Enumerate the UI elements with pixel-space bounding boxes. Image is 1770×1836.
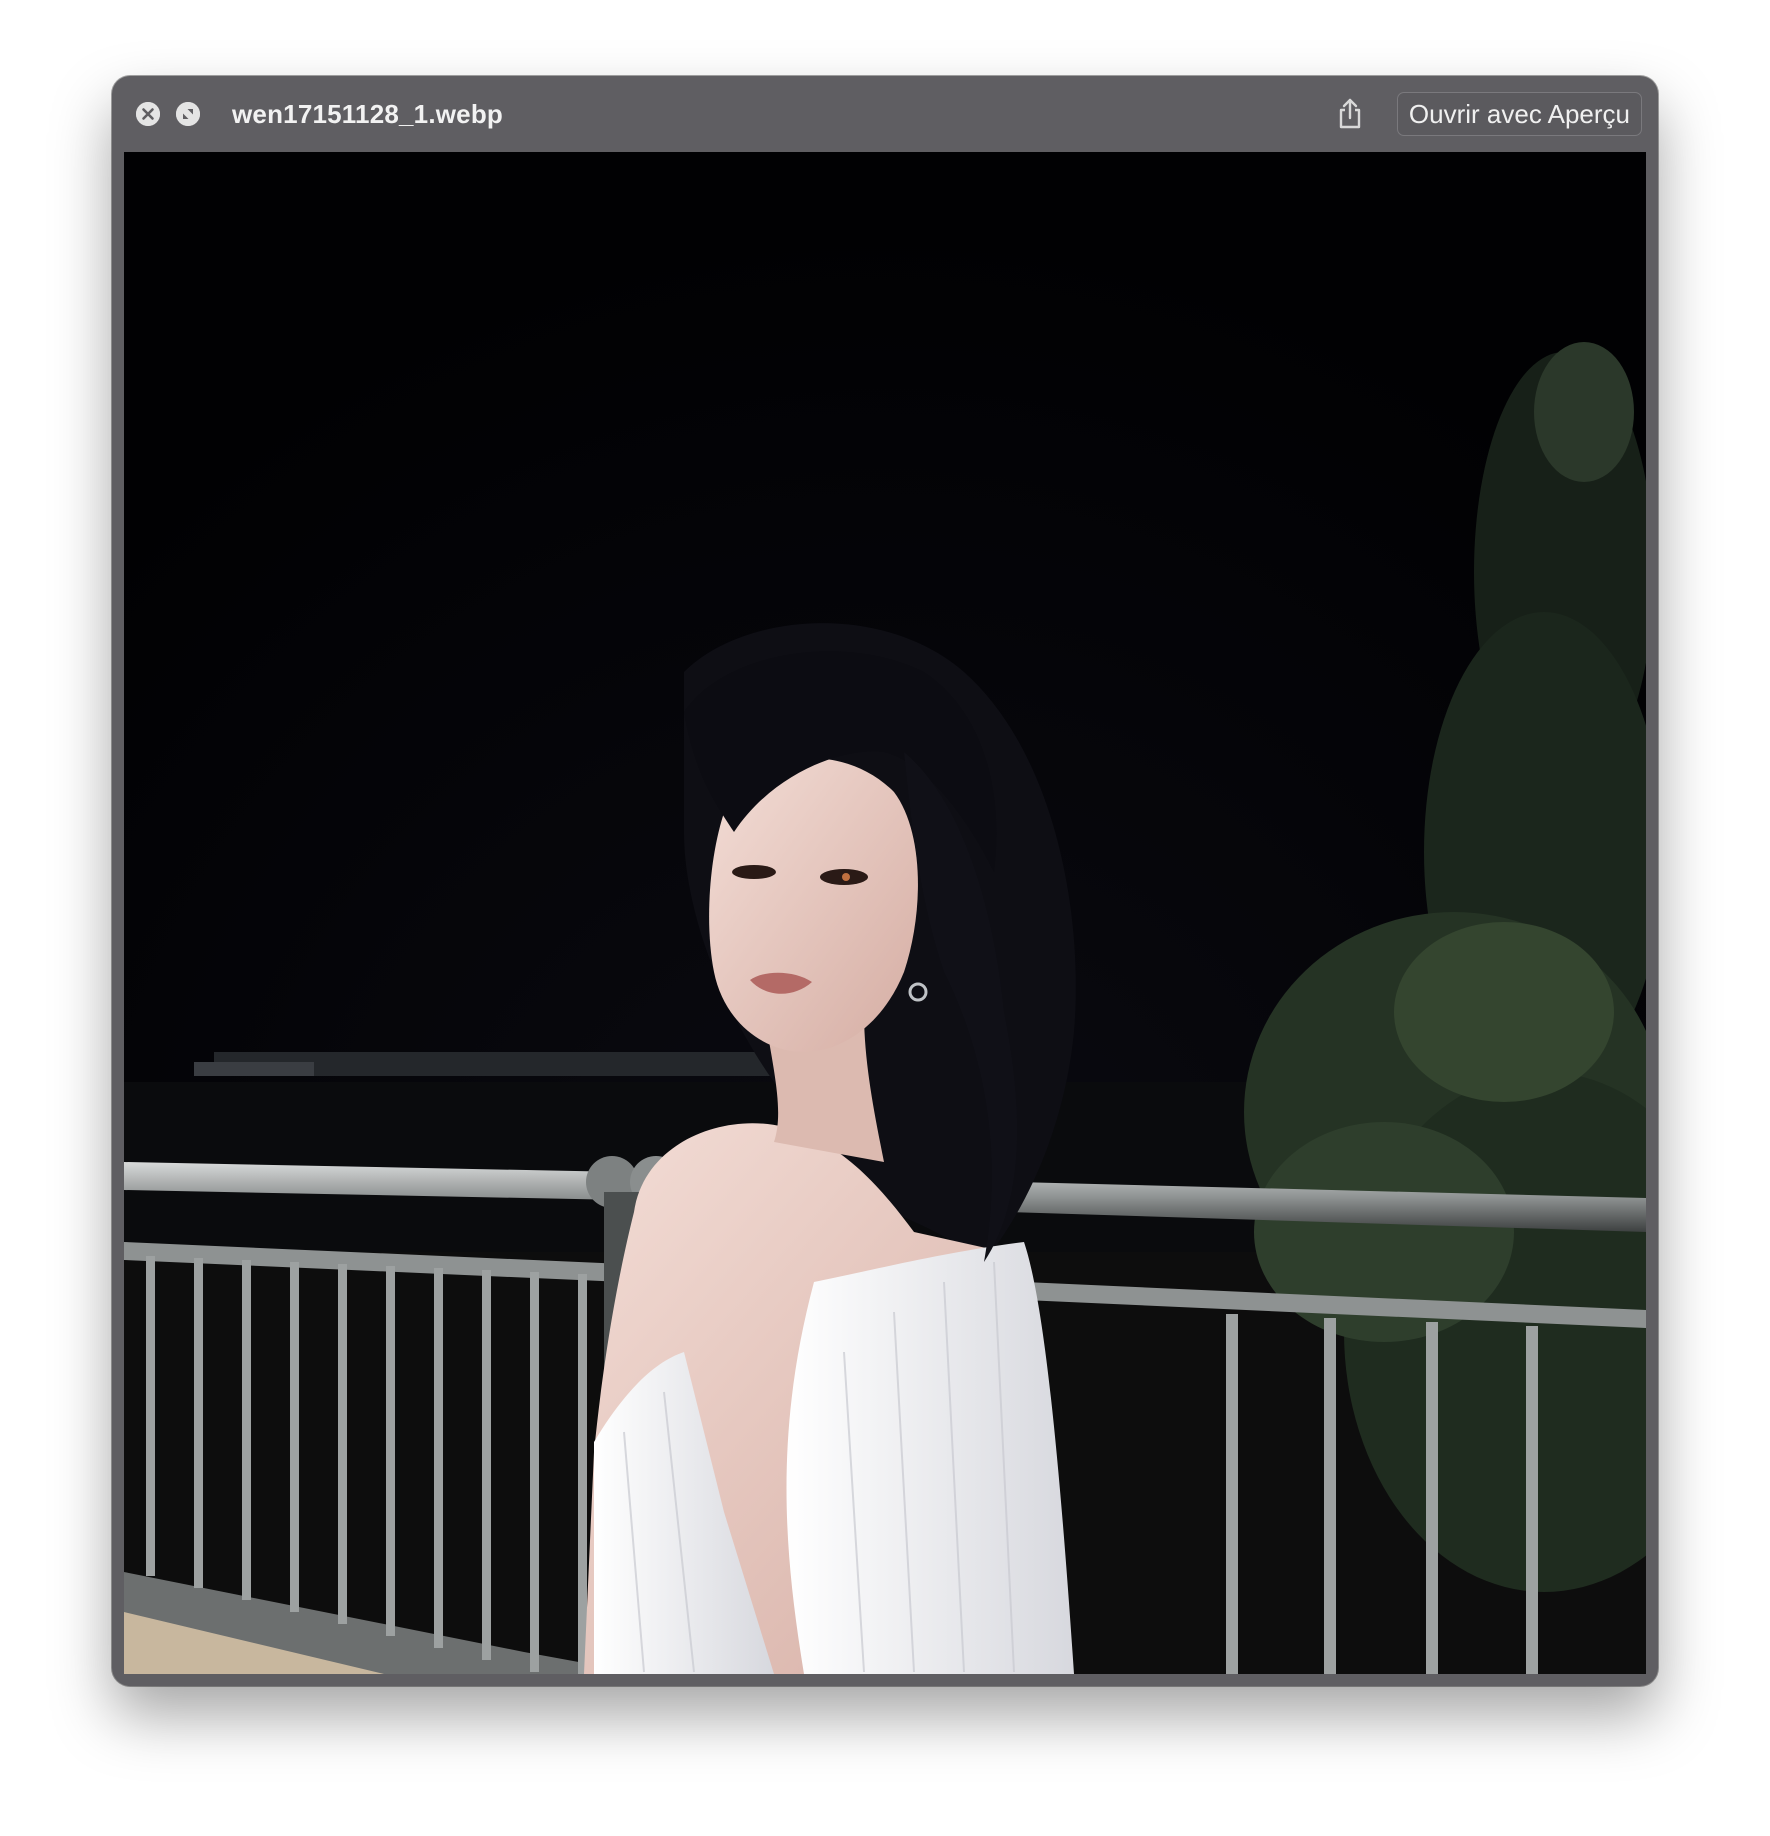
close-button[interactable] (136, 102, 160, 126)
quicklook-window: wen17151128_1.webp Ouvrir avec Aperçu (112, 76, 1658, 1686)
share-button[interactable] (1330, 94, 1370, 134)
titlebar: wen17151128_1.webp Ouvrir avec Aperçu (112, 76, 1658, 152)
window-title: wen17151128_1.webp (232, 99, 504, 129)
fullscreen-icon (176, 102, 200, 126)
photo-preview (124, 152, 1646, 1674)
close-icon (136, 102, 160, 126)
share-icon (1339, 98, 1361, 129)
preview-image (124, 152, 1646, 1674)
fullscreen-button[interactable] (176, 102, 200, 126)
open-with-preview-button[interactable]: Ouvrir avec Aperçu (1396, 92, 1642, 136)
